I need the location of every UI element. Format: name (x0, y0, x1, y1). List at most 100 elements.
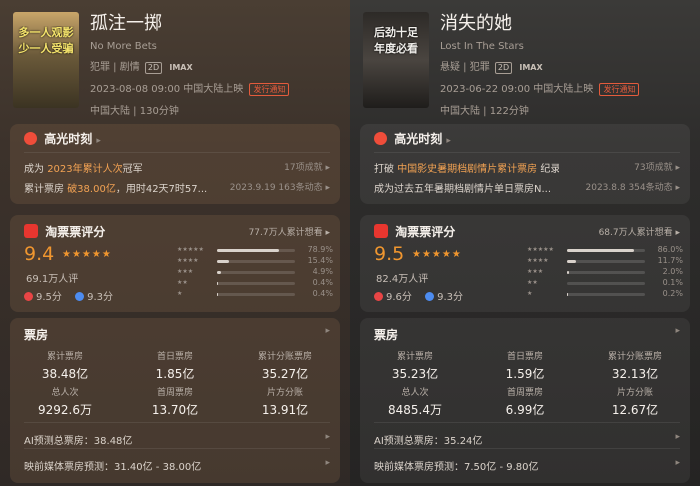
release-notice-button[interactable]: 发行通知 (249, 83, 290, 96)
dist-fill (217, 249, 279, 252)
highlight-card[interactable]: 高光时刻 ▸ 打破 中国影史暑期档剧情片累计票房 纪录 73项成就 ▸ 成为过去… (360, 124, 690, 204)
chevron-right-icon: ▸ (446, 136, 451, 146)
rating-score: 9.5 (374, 243, 405, 265)
stat-admissions: 总人次 9292.6万 (15, 385, 115, 418)
dist-stars: ★★ (527, 279, 538, 286)
stat-value: 1.59亿 (505, 367, 545, 381)
movie-title[interactable]: 孤注一掷 (90, 12, 340, 36)
achievement-count-link[interactable]: 73项成就 ▸ (634, 160, 680, 173)
stat-value: 9292.6万 (38, 403, 92, 417)
stat-value: 13.70亿 (151, 403, 199, 417)
movie-poster[interactable]: 多一人观影 少一人受骗 (13, 12, 79, 108)
rating-stars: ★★★★★ (412, 249, 462, 260)
chevron-right-icon[interactable]: ▸ (675, 458, 680, 468)
stat-value: 35.27亿 (261, 367, 309, 381)
dist-fill (217, 271, 221, 274)
release-date: 2023-06-22 09:00 中国大陆上映 (440, 84, 594, 95)
stat-value: 32.13亿 (611, 367, 659, 381)
highlight-row-1-suffix: 冠军 (122, 164, 143, 175)
box-office-card[interactable]: 票房 ▸ 累计票房 38.48亿 首日票房 1.85亿 累计分账票房 35.27亿 总… (10, 318, 340, 483)
highlight-row-2[interactable]: 累计票房 破38.00亿，用时42天7时57... 2023.9.19 163条… (24, 180, 330, 195)
stat-label: 总人次 (51, 388, 79, 398)
dist-bar (567, 282, 645, 285)
stat-label: 片方分账 (616, 388, 653, 398)
achievement-count-link[interactable]: 17项成就 ▸ (284, 160, 330, 173)
highlight-row-2[interactable]: 成为过去五年暑期档剧情片单日票房N... 2023.8.8 354条动态 ▸ (374, 180, 680, 195)
highlight-row-1[interactable]: 打破 中国影史暑期档剧情片累计票房 纪录 73项成就 ▸ (374, 160, 680, 175)
stat-value: 35.23亿 (391, 367, 439, 381)
region-duration: 中国大陆 | 130分钟 (90, 106, 179, 117)
highlight-row-1-text: 成为 2023年累计人次冠军 (24, 160, 143, 175)
chevron-right-icon[interactable]: ▸ (325, 458, 330, 468)
movie-panel-right: 后劲十足 年度必看 消失的她 Lost In The Stars 悬疑 | 犯罪… (350, 0, 700, 486)
dist-fill (567, 271, 569, 274)
chevron-right-icon[interactable]: ▸ (325, 326, 330, 336)
chevron-right-icon: ▸ (96, 136, 101, 146)
divider (374, 152, 680, 153)
highlight-row-1[interactable]: 成为 2023年累计人次冠军 17项成就 ▸ (24, 160, 330, 175)
stat-label: 累计票房 (46, 352, 83, 362)
chevron-right-icon[interactable]: ▸ (675, 326, 680, 336)
dist-fill (567, 249, 635, 252)
sub-score-2: 9.3分 (437, 292, 463, 303)
dist-row: ★★ 0.4% (177, 278, 337, 289)
highlight-row-1-suffix: 纪录 (540, 164, 559, 175)
highlight-icon (374, 132, 387, 145)
sub-score-1: 9.6分 (386, 292, 412, 303)
rating-distribution: ★★★★★ 86.0% ★★★★ 11.7% ★★★ 2.0% ★★ 0.1% ★ 0.2… (527, 245, 687, 300)
rating-card[interactable]: 淘票票评分 68.7万人累计想看 ▸ 9.5 ★★★★★ 82.4万人评 9.6… (360, 215, 690, 312)
stat-split-box-office: 累计分账票房 32.13亿 (585, 349, 685, 382)
chevron-right-icon[interactable]: ▸ (675, 432, 680, 442)
movie-title[interactable]: 消失的她 (440, 12, 690, 36)
highlight-icon (24, 132, 37, 145)
rating-title: 淘票票评分 (45, 225, 106, 239)
highlight-row-1-prefix: 打破 (374, 164, 394, 175)
rating-card[interactable]: 淘票票评分 77.7万人累计想看 ▸ 9.4 ★★★★★ 69.1万人评 9.5… (10, 215, 340, 312)
stat-label: 首日票房 (156, 352, 193, 362)
dist-bar (217, 260, 295, 263)
dist-bar (567, 249, 645, 252)
box-office-card[interactable]: 票房 ▸ 累计票房 35.23亿 首日票房 1.59亿 累计分账票房 32.13亿 总… (360, 318, 690, 483)
female-icon (374, 292, 383, 301)
highlight-card[interactable]: 高光时刻 ▸ 成为 2023年累计人次冠军 17项成就 ▸ 累计票房 破38.0… (10, 124, 340, 204)
movie-english-title: Lost In The Stars (440, 41, 524, 52)
box-office-title: 票房 (24, 328, 49, 342)
movie-info: 消失的她 Lost In The Stars 悬疑 | 犯罪 2D IMAX 2… (440, 12, 690, 117)
movie-poster[interactable]: 后劲十足 年度必看 (363, 12, 429, 108)
highlight-row-1-accent: 2023年累计人次 (47, 164, 123, 175)
stat-label: 片方分账 (266, 388, 303, 398)
dist-row: ★ 0.4% (177, 289, 337, 300)
format-tag-2d: 2D (144, 62, 163, 74)
highlight-title: 高光时刻 (44, 132, 93, 146)
dist-row: ★★★★ 15.4% (177, 256, 337, 267)
rating-count: 82.4万人评 (376, 274, 429, 285)
dist-stars: ★ (177, 290, 183, 297)
dist-percent: 78.9% (307, 245, 333, 254)
media-forecast[interactable]: 映前媒体票房预测：7.50亿 - 9.80亿 (374, 458, 539, 473)
chevron-right-icon[interactable]: ▸ (325, 432, 330, 442)
dist-percent: 0.1% (662, 278, 683, 287)
stat-total-box-office: 累计票房 38.48亿 (15, 349, 115, 382)
dist-bar (567, 293, 645, 296)
media-forecast[interactable]: 映前媒体票房预测：31.40亿 - 38.00亿 (24, 458, 201, 473)
want-to-watch-link[interactable]: 77.7万人累计想看 ▸ (249, 225, 330, 238)
highlight-row-2-text: 累计票房 破38.00亿，用时42天7时57... (24, 180, 207, 195)
dist-row: ★★★★ 11.7% (527, 256, 687, 267)
dist-percent: 11.7% (657, 256, 683, 265)
dist-row: ★ 0.2% (527, 289, 687, 300)
stat-producer-share: 片方分账 13.91亿 (235, 385, 335, 418)
dynamic-count-link[interactable]: 2023.8.8 354条动态 ▸ (586, 180, 681, 193)
ai-forecast[interactable]: AI预测总票房：38.48亿 (24, 432, 132, 447)
movie-panel-left: 多一人观影 少一人受骗 孤注一掷 No More Bets 犯罪 | 剧情 2D… (0, 0, 350, 486)
stat-value: 12.67亿 (611, 403, 659, 417)
dist-bar (217, 293, 295, 296)
ai-forecast[interactable]: AI预测总票房：35.24亿 (374, 432, 482, 447)
release-notice-button[interactable]: 发行通知 (599, 83, 640, 96)
want-to-watch-link[interactable]: 68.7万人累计想看 ▸ (599, 225, 680, 238)
dist-row: ★★★ 4.9% (177, 267, 337, 278)
dist-stars: ★ (527, 290, 533, 297)
dist-percent: 0.2% (662, 289, 683, 298)
dynamic-count-link[interactable]: 2023.9.19 163条动态 ▸ (230, 180, 330, 193)
rating-count: 69.1万人评 (26, 274, 79, 285)
stat-label: 累计分账票房 (257, 352, 312, 362)
